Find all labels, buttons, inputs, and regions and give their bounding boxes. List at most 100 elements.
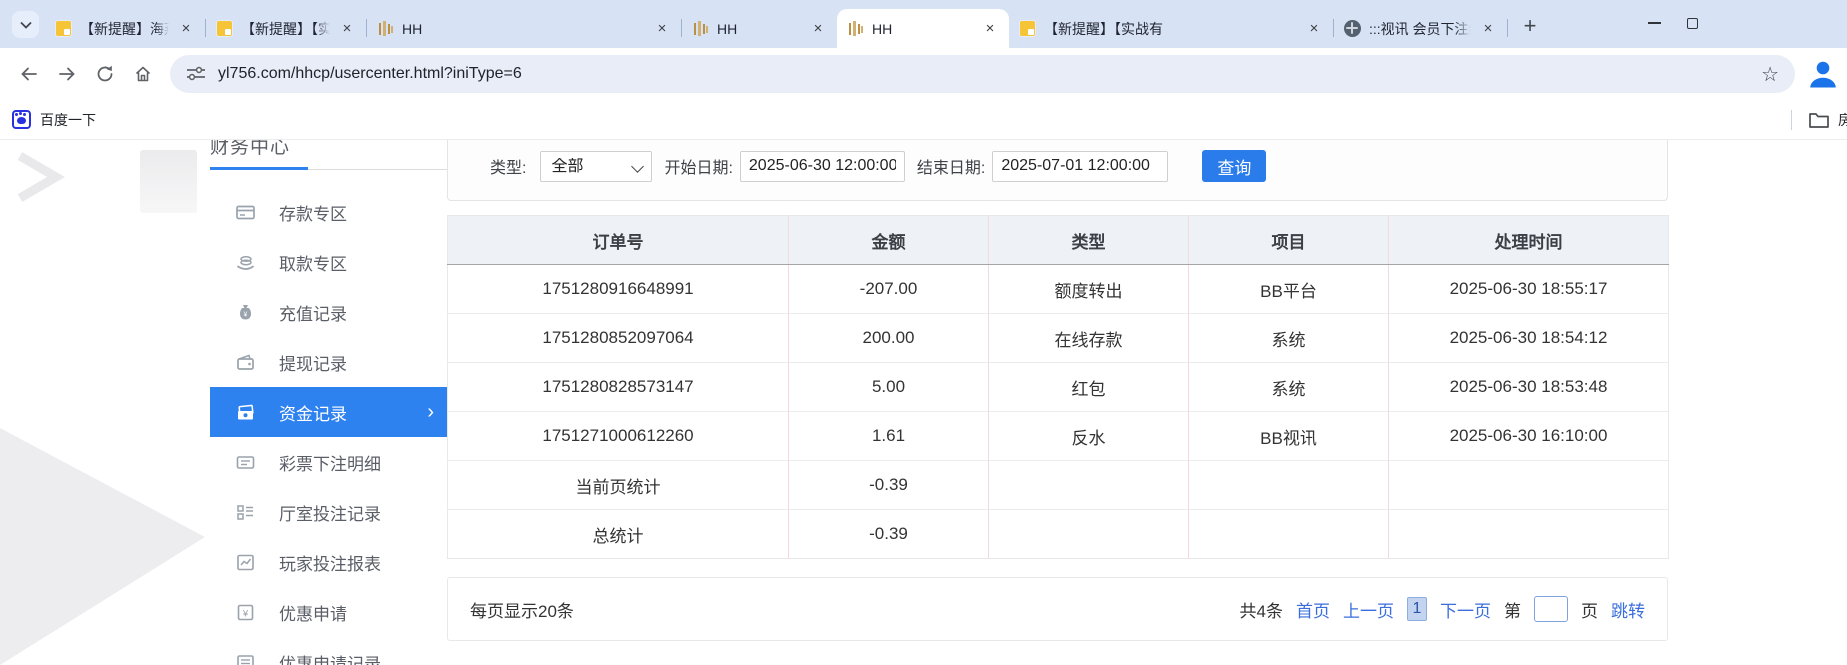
- tab-title: 【新提醒】【实战有: [1044, 19, 1299, 39]
- table-row: 17512808285731475.00红包系统2025-06-30 18:53…: [448, 363, 1669, 412]
- maximize-icon[interactable]: [1687, 18, 1698, 29]
- bookmark-baidu[interactable]: 百度一下: [40, 110, 96, 130]
- site-info-icon[interactable]: [186, 66, 206, 82]
- tab-title: :::视讯 会员下注纪录: [1369, 19, 1473, 39]
- sidebar-item-6[interactable]: 彩票下注明细 ›: [210, 437, 450, 487]
- filter-bar: 类型: 全部 开始日期: 结束日期: 查询: [447, 140, 1668, 201]
- withdraw-record-icon: [236, 353, 255, 372]
- new-tab-button[interactable]: +: [1516, 12, 1544, 40]
- summary-label: 总统计: [448, 510, 789, 559]
- table-cell: 2025-06-30 18:53:48: [1389, 363, 1669, 412]
- gold-logo-icon: [847, 20, 864, 37]
- tab-search-button[interactable]: [12, 11, 39, 38]
- summary-label: 当前页统计: [448, 461, 789, 510]
- home-button[interactable]: [124, 55, 162, 93]
- empty-cell: [1189, 461, 1389, 510]
- empty-cell: [989, 461, 1189, 510]
- browser-tab[interactable]: HH ×: [367, 9, 681, 48]
- player-report-icon: [236, 553, 255, 572]
- table-row: 1751280916648991-207.00额度转出BB平台2025-06-3…: [448, 265, 1669, 314]
- total-count: 共4条: [1240, 597, 1283, 622]
- bookmark-star-icon[interactable]: ☆: [1761, 62, 1779, 87]
- page-label-before: 第: [1504, 597, 1521, 622]
- sidebar-item-1[interactable]: 存款专区 ›: [210, 187, 450, 237]
- prev-page-link[interactable]: 上一页: [1343, 597, 1394, 622]
- browser-tab[interactable]: 【新提醒】海燕策略 ×: [45, 9, 205, 48]
- sidebar-item-7[interactable]: 厅室投注记录 ›: [210, 487, 450, 537]
- start-date-input[interactable]: [740, 151, 905, 182]
- table-cell: 反水: [989, 412, 1189, 461]
- browser-tab[interactable]: 【新提醒】【实战有 ×: [206, 9, 366, 48]
- table-cell: 系统: [1189, 314, 1389, 363]
- sidebar-item-2[interactable]: 取款专区 ›: [210, 237, 450, 287]
- type-label: 类型:: [490, 154, 526, 178]
- table-cell: 1751280828573147: [448, 363, 789, 412]
- page-jump-input[interactable]: [1534, 596, 1568, 622]
- svg-text:¥: ¥: [244, 311, 248, 318]
- browser-tab[interactable]: :::视讯 会员下注纪录 ×: [1334, 9, 1507, 48]
- sidebar-item-10[interactable]: 优惠申请记录 ›: [210, 637, 450, 665]
- bookmarks-bar: 百度一下 房: [0, 100, 1847, 140]
- profile-avatar[interactable]: [1805, 56, 1841, 92]
- current-page-badge[interactable]: 1: [1407, 597, 1427, 621]
- sidebar-item-5[interactable]: 资金记录 ›: [210, 387, 450, 437]
- browser-tab[interactable]: 【新提醒】【实战有 ×: [1009, 9, 1333, 48]
- summary-value: -0.39: [789, 510, 989, 559]
- browser-tab[interactable]: HH ×: [837, 9, 1009, 48]
- tab-close-icon[interactable]: ×: [653, 20, 671, 38]
- funds-record-icon: [236, 403, 255, 422]
- recharge-record-icon: ¥: [236, 303, 255, 322]
- sidebar-item-9[interactable]: ¥ 优惠申请 ›: [210, 587, 450, 637]
- tab-close-icon[interactable]: ×: [1305, 20, 1323, 38]
- jump-link[interactable]: 跳转: [1611, 597, 1645, 622]
- chat-yellow-icon: [216, 20, 233, 37]
- tab-close-icon[interactable]: ×: [1479, 20, 1497, 38]
- tab-strip: 【新提醒】海燕策略 × 【新提醒】【实战有 × HH × HH × HH × 【…: [0, 0, 1847, 48]
- type-select[interactable]: 全部: [540, 151, 652, 182]
- globe-icon: [1344, 20, 1361, 37]
- sidebar-item-4[interactable]: 提现记录 ›: [210, 337, 450, 387]
- tab-list: 【新提醒】海燕策略 × 【新提醒】【实战有 × HH × HH × HH × 【…: [45, 0, 1508, 48]
- type-select-wrap: 全部: [540, 151, 652, 182]
- start-date-label: 开始日期:: [664, 154, 732, 178]
- table-cell: 1751271000612260: [448, 412, 789, 461]
- summary-row: 当前页统计-0.39: [448, 461, 1669, 510]
- url-text[interactable]: yl756.com/hhcp/usercenter.html?iniType=6: [218, 65, 1749, 83]
- first-page-link[interactable]: 首页: [1296, 597, 1330, 622]
- table-row: 17512710006122601.61反水BB视讯2025-06-30 16:…: [448, 412, 1669, 461]
- sidebar: 财务中心 存款专区 › 取款专区 › ¥ 充值记录 › 提现记录 › 资金记录 …: [210, 140, 450, 665]
- table-cell: BB平台: [1189, 265, 1389, 314]
- watermark-block: [140, 150, 197, 213]
- tab-close-icon[interactable]: ×: [809, 20, 827, 38]
- next-page-link[interactable]: 下一页: [1440, 597, 1491, 622]
- minimize-icon[interactable]: [1648, 22, 1661, 24]
- tab-title: HH: [872, 21, 975, 37]
- end-date-input[interactable]: [992, 151, 1168, 182]
- reload-button[interactable]: [86, 55, 124, 93]
- svg-text:¥: ¥: [242, 608, 249, 619]
- forward-button[interactable]: [48, 55, 86, 93]
- page-label-after: 页: [1581, 597, 1598, 622]
- bookmarks-divider: [1791, 110, 1792, 130]
- sidebar-item-3[interactable]: ¥ 充值记录 ›: [210, 287, 450, 337]
- withdraw-icon: [236, 253, 255, 272]
- empty-cell: [989, 510, 1189, 559]
- summary-row: 总统计-0.39: [448, 510, 1669, 559]
- promo-apply-icon: ¥: [236, 603, 255, 622]
- page-content: 财务中心 存款专区 › 取款专区 › ¥ 充值记录 › 提现记录 › 资金记录 …: [0, 140, 1847, 665]
- bookmark-folder-label[interactable]: 房: [1838, 110, 1847, 130]
- column-header: 处理时间: [1389, 216, 1669, 265]
- tab-close-icon[interactable]: ×: [338, 20, 356, 38]
- pagination-bar: 每页显示20条 共4条 首页 上一页 1 下一页 第 页 跳转: [447, 577, 1668, 641]
- table-cell: 1.61: [789, 412, 989, 461]
- empty-cell: [1389, 461, 1669, 510]
- folder-icon[interactable]: [1808, 111, 1830, 129]
- back-button[interactable]: [10, 55, 48, 93]
- sidebar-item-8[interactable]: 玩家投注报表 ›: [210, 537, 450, 587]
- address-bar[interactable]: yl756.com/hhcp/usercenter.html?iniType=6…: [170, 55, 1795, 93]
- search-button[interactable]: 查询: [1202, 150, 1266, 182]
- tab-close-icon[interactable]: ×: [981, 20, 999, 38]
- promo-record-icon: [236, 653, 255, 665]
- browser-tab[interactable]: HH ×: [682, 9, 837, 48]
- tab-close-icon[interactable]: ×: [177, 20, 195, 38]
